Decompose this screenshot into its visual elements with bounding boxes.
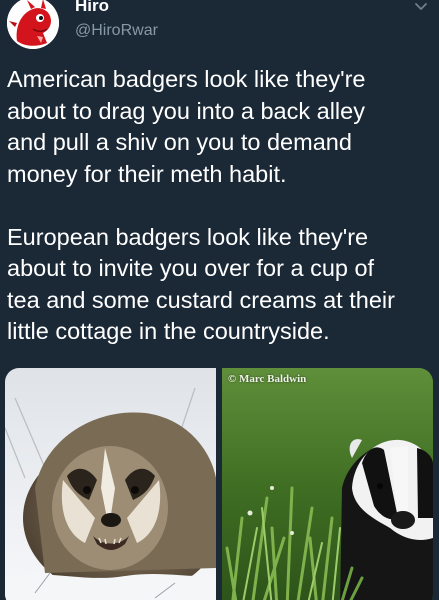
european-badger-photo[interactable]: © Marc Baldwin — [222, 368, 433, 600]
tweet-paragraph-european: European badgers look like they're about… — [7, 223, 395, 345]
tweet-card: Hiro @HiroRwar American badgers look lik… — [0, 0, 439, 600]
american-badger-image — [5, 368, 216, 600]
avatar[interactable] — [7, 0, 59, 49]
chevron-down-icon[interactable] — [413, 0, 429, 14]
photo-watermark: © Marc Baldwin — [228, 373, 307, 385]
european-badger-image — [222, 368, 433, 600]
tweet-media: © Marc Baldwin — [5, 368, 433, 600]
dragon-avatar-icon — [7, 0, 59, 49]
tweet-text: American badgers look like they're about… — [7, 64, 435, 348]
american-badger-photo[interactable] — [5, 368, 216, 600]
tweet-paragraph-american: American badgers look like they're about… — [7, 66, 366, 187]
display-name[interactable]: Hiro — [75, 0, 109, 16]
user-handle[interactable]: @HiroRwar — [75, 22, 158, 40]
